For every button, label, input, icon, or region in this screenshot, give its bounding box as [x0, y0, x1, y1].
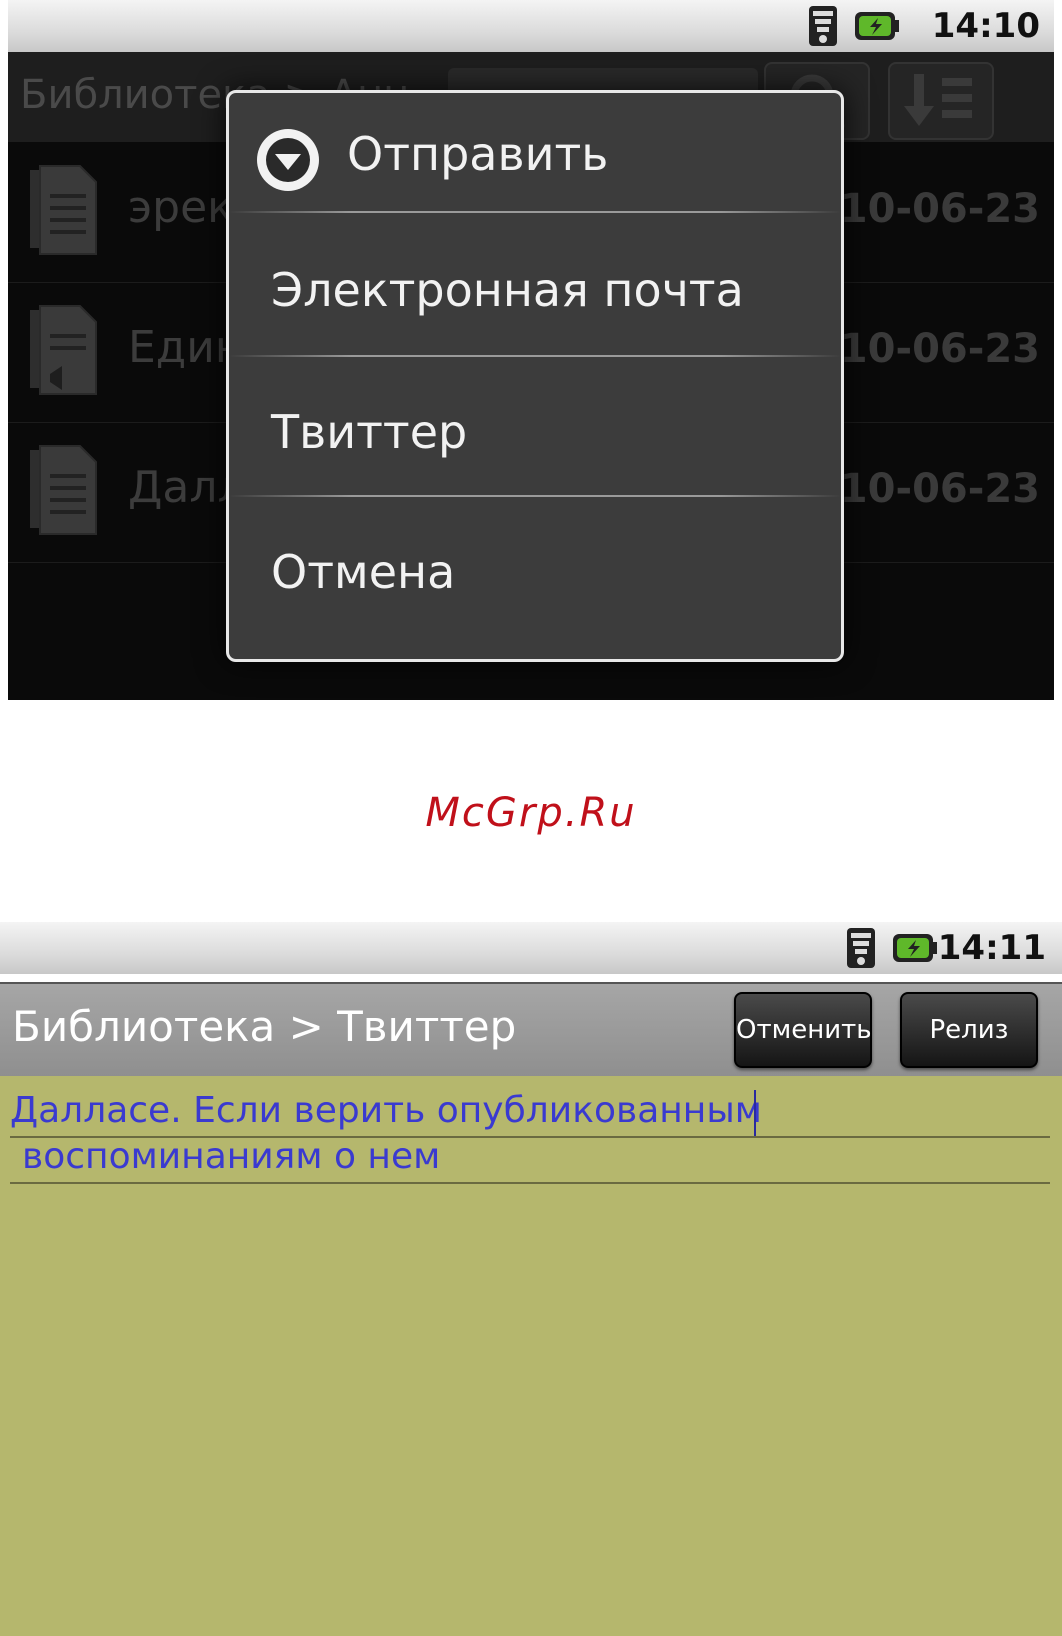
option-label: Твиттер	[271, 405, 468, 459]
document-icon	[30, 165, 97, 255]
wifi-icon	[846, 926, 876, 970]
option-label: Отмена	[271, 545, 456, 599]
text-cursor	[754, 1090, 756, 1136]
option-email[interactable]: Электронная почта	[229, 215, 841, 355]
sort-button[interactable]	[888, 62, 994, 140]
text-underline	[10, 1182, 1050, 1184]
document-icon	[30, 445, 97, 535]
send-dialog: Отправить Электронная почта Твиттер Отме…	[226, 90, 844, 662]
wifi-icon	[808, 4, 838, 48]
release-button[interactable]: Релиз	[900, 992, 1038, 1068]
page-title: Библиотека > Твиттер	[12, 1002, 517, 1051]
sort-icon	[904, 74, 972, 126]
text-line: Далласе. Если верить опубликованным	[10, 1090, 762, 1131]
battery-charging-icon	[892, 932, 938, 964]
dialog-title: Отправить	[347, 127, 609, 181]
cancel-button[interactable]: Отменить	[734, 992, 872, 1068]
option-label: Электронная почта	[271, 263, 744, 317]
option-cancel[interactable]: Отмена	[229, 497, 841, 637]
audio-document-icon	[30, 305, 97, 395]
dropdown-circle-icon	[257, 129, 319, 191]
option-twitter[interactable]: Твиттер	[229, 357, 841, 497]
status-bar: 14:11	[0, 922, 1062, 974]
editor-title-bar: Библиотека > Твиттер Отменить Релиз	[0, 982, 1062, 1076]
divider	[229, 211, 841, 213]
status-time: 14:11	[937, 928, 1046, 968]
watermark: McGrp.Ru	[425, 790, 637, 836]
status-bar: 14:10	[8, 0, 1054, 52]
screen-send-dialog: 14:10 Библиотека > Анн...	[0, 0, 1062, 700]
screen-twitter-editor: 14:11 Библиотека > Твиттер Отменить Рели…	[0, 922, 1062, 1636]
status-time: 14:10	[931, 6, 1040, 46]
text-editor[interactable]: Далласе. Если верить опубликованным восп…	[0, 1076, 1062, 1636]
battery-charging-icon	[854, 10, 900, 42]
text-line: воспоминаниям о нем	[22, 1136, 441, 1177]
dialog-header: Отправить	[229, 93, 841, 213]
